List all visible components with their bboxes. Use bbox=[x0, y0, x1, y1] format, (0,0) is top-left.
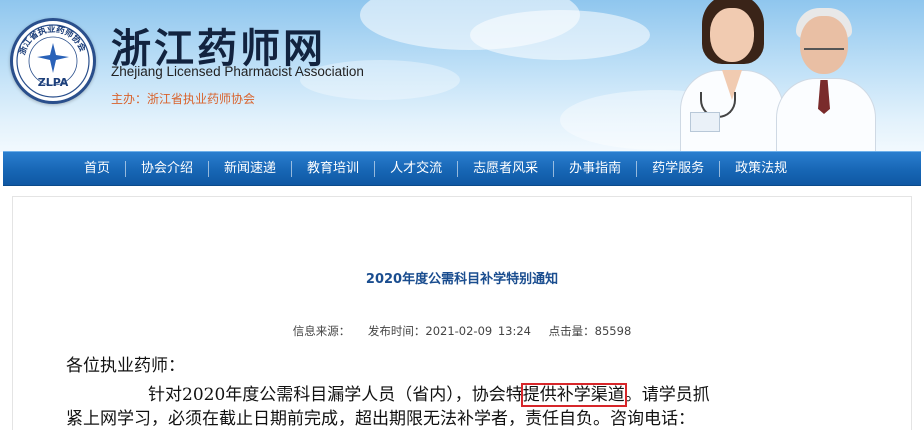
info-source: 信息来源： bbox=[292, 324, 351, 338]
nav-item-guide[interactable]: 办事指南 bbox=[554, 151, 636, 186]
paragraph-text: 针对2020年度公需科目漏学人员（省内），协会特 bbox=[148, 385, 523, 405]
logo-emblem: 浙江省执业药师协会 bbox=[16, 24, 90, 98]
hit-count: 点击量：85598 bbox=[548, 324, 632, 338]
nav-item-news[interactable]: 新闻速递 bbox=[209, 151, 291, 186]
publish-time: 发布时间：2021-02-09 13:24 bbox=[367, 324, 532, 338]
nav-item-about[interactable]: 协会介绍 bbox=[126, 151, 208, 186]
nav-item-education[interactable]: 教育培训 bbox=[292, 151, 374, 186]
article-title: 2020年度公需科目补学特别通知 bbox=[365, 272, 559, 287]
site-header: 浙江省执业药师协会 ZLPA 浙江药师网 Zhejiang Licensed P… bbox=[0, 0, 924, 152]
nav-item-home[interactable]: 首页 bbox=[69, 151, 125, 186]
article-paragraph-1: 针对2020年度公需科目漏学人员（省内），协会特提供补学渠道。请学员抓 bbox=[148, 380, 908, 407]
highlighted-phrase: 提供补学渠道 bbox=[520, 383, 627, 407]
sponsor-text: 主办：浙江省执业药师协会 bbox=[111, 92, 256, 106]
article-greeting: 各位执业药师： bbox=[66, 356, 185, 376]
article-paragraph-2: 紧上网学习，必须在截止日期前完成，超出期限无法补学者，责任自负。咨询电话： bbox=[66, 409, 695, 429]
nav-item-policy[interactable]: 政策法规 bbox=[720, 151, 802, 186]
nav-item-volunteers[interactable]: 志愿者风采 bbox=[458, 151, 553, 186]
logo-abbreviation: ZLPA bbox=[37, 76, 69, 89]
site-subtitle: Zhejiang Licensed Pharmacist Association bbox=[111, 64, 364, 79]
association-logo[interactable]: 浙江省执业药师协会 ZLPA bbox=[10, 18, 96, 104]
main-nav: 首页 协会介绍 新闻速递 教育培训 人才交流 志愿者风采 办事指南 药学服务 政… bbox=[3, 151, 921, 186]
nav-item-talent[interactable]: 人才交流 bbox=[375, 151, 457, 186]
paragraph-text: 。请学员抓 bbox=[624, 385, 710, 405]
nav-item-pharmacy-service[interactable]: 药学服务 bbox=[637, 151, 719, 186]
article-meta: 信息来源： 发布时间：2021-02-09 13:24 点击量：85598 bbox=[0, 323, 924, 339]
male-doctor-illustration bbox=[770, 0, 880, 152]
